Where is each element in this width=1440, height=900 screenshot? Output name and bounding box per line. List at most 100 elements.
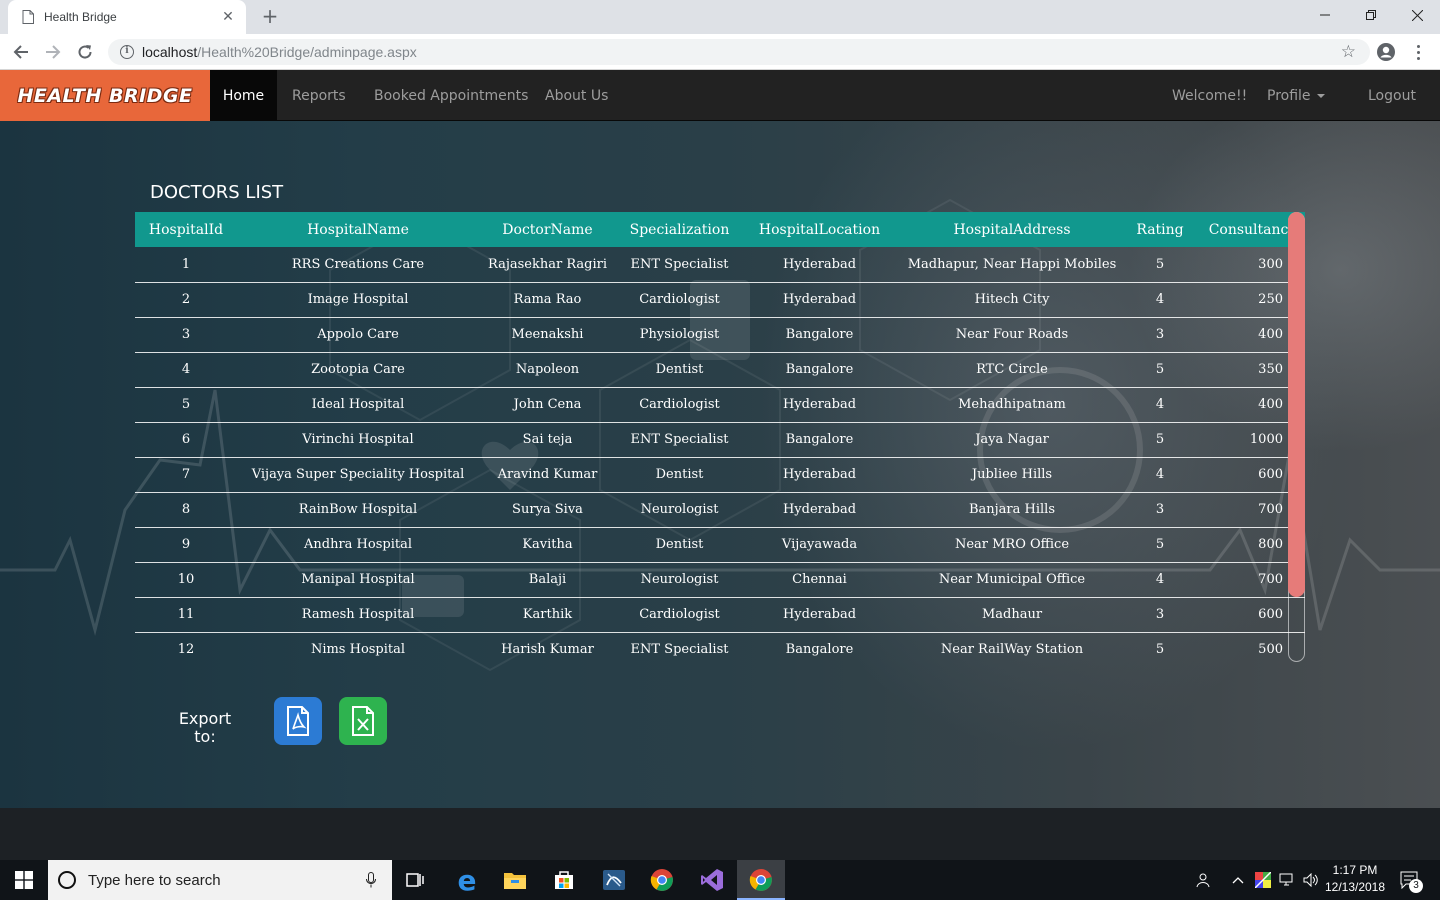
table-cell: 8 <box>135 492 237 528</box>
action-center-icon[interactable]: 3 <box>1396 870 1424 893</box>
logout-link[interactable]: Logout <box>1368 70 1416 121</box>
table-cell: 4 <box>1128 562 1192 598</box>
column-header[interactable]: Specialization <box>616 212 743 247</box>
table-cell: RainBow Hospital <box>237 492 479 528</box>
table-cell: 4 <box>1128 387 1192 423</box>
table-cell: Bangalore <box>785 642 854 658</box>
taskbar-clock[interactable]: 1:17 PM 12/13/2018 <box>1318 862 1392 896</box>
column-header[interactable]: HospitalName <box>237 212 479 247</box>
table-cell: 12 <box>177 642 195 658</box>
visual-studio-icon[interactable] <box>688 860 736 900</box>
table-cell: Zootopia Care <box>237 352 479 388</box>
people-icon[interactable] <box>1194 870 1214 890</box>
table-cell: Cardiologist <box>616 282 743 318</box>
brand-text: HEALTH BRIDGE <box>17 84 193 107</box>
table-row[interactable]: 12 Nims Hospital Harish Kumar ENT Specialis… <box>135 632 1305 662</box>
table-row[interactable]: 4 Zootopia Care Napoleon Dentist Bangalore RT… <box>135 352 1305 388</box>
table-row[interactable]: 2 Image Hospital Rama Rao Cardiologist Hyder… <box>135 282 1305 318</box>
microphone-icon[interactable] <box>366 872 376 888</box>
table-cell: 6 <box>135 422 237 458</box>
microsoft-store-icon[interactable] <box>540 860 588 900</box>
export-excel-button[interactable] <box>339 697 387 745</box>
close-window-icon[interactable] <box>1394 0 1440 30</box>
table-row[interactable]: 11 Ramesh Hospital Karthik Cardiologist Hyde… <box>135 597 1305 633</box>
nav-about-us[interactable]: About Us <box>545 70 608 121</box>
table-scrollbar-thumb[interactable] <box>1288 212 1305 597</box>
table-cell: 5 <box>1128 422 1192 458</box>
table-cell: Banjara Hills <box>896 492 1128 528</box>
table-cell: Jubliee Hills <box>896 457 1128 493</box>
table-cell: Hyderabad <box>743 282 896 318</box>
table-cell: ENT Specialist <box>616 247 743 283</box>
table-cell: Neurologist <box>616 562 743 598</box>
reload-icon[interactable] <box>74 41 96 63</box>
profile-dropdown[interactable]: Profile <box>1267 70 1325 121</box>
cortana-icon <box>58 871 76 889</box>
nav-home[interactable]: Home <box>210 70 277 121</box>
table-row[interactable]: 3 Appolo Care Meenakshi Physiologist Bangalo… <box>135 317 1305 353</box>
table-cell: Chennai <box>743 562 896 598</box>
site-info-icon[interactable]: i <box>120 45 134 59</box>
account-icon[interactable] <box>1376 42 1396 62</box>
file-explorer-icon[interactable] <box>491 860 539 900</box>
nav-booked-appointments[interactable]: Booked Appointments <box>374 70 528 121</box>
taskbar-search-box[interactable]: Type here to search <box>48 860 392 900</box>
address-bar[interactable]: i localhost/Health%20Bridge/adminpage.as… <box>108 39 1370 65</box>
table-cell: Surya Siva <box>479 492 616 528</box>
table-row[interactable]: 9 Andhra Hospital Kavitha Dentist Vijayawada… <box>135 527 1305 563</box>
restore-icon[interactable] <box>1348 0 1394 30</box>
table-cell: Hyderabad <box>743 597 896 633</box>
browser-tab[interactable]: Health Bridge ✕ <box>8 0 246 34</box>
table-row[interactable]: 6 Virinchi Hospital Sai teja ENT Specialist… <box>135 422 1305 458</box>
table-row[interactable]: 8 RainBow Hospital Surya Siva Neurologist Hy… <box>135 492 1305 528</box>
table-cell: John Cena <box>479 387 616 423</box>
column-header[interactable]: Rating <box>1128 212 1192 247</box>
browser-menu-icon[interactable] <box>1410 42 1426 62</box>
caret-down-icon <box>1316 93 1325 98</box>
table-header-row: HospitalId HospitalName DoctorName Speciali… <box>135 212 1305 247</box>
table-cell: Bangalore <box>743 422 896 458</box>
table-row[interactable]: 1 RRS Creations Care Rajasekhar Ragiri ENT … <box>135 247 1305 283</box>
table-row[interactable]: 5 Ideal Hospital John Cena Cardiologist Hyde… <box>135 387 1305 423</box>
table-cell: 9 <box>135 527 237 563</box>
table-cell: Cardiologist <box>616 597 743 633</box>
table-cell: Nims Hospital <box>310 642 406 658</box>
table-cell: Jaya Nagar <box>896 422 1128 458</box>
profile-label: Profile <box>1267 87 1311 104</box>
sql-server-icon[interactable] <box>590 860 638 900</box>
tab-close-icon[interactable]: ✕ <box>220 9 236 25</box>
table-cell: Dentist <box>616 457 743 493</box>
doctors-table-container: HospitalId HospitalName DoctorName Speciali… <box>135 212 1305 662</box>
pdf-icon <box>287 706 309 736</box>
forward-icon[interactable] <box>42 41 64 63</box>
table-cell: 4 <box>1128 457 1192 493</box>
export-pdf-button[interactable] <box>274 697 322 745</box>
task-view-icon[interactable] <box>392 860 440 900</box>
back-icon[interactable] <box>10 41 32 63</box>
table-cell: Physiologist <box>616 317 743 353</box>
new-tab-icon[interactable]: + <box>258 4 282 28</box>
tab-title: Health Bridge <box>44 10 117 24</box>
windows-start-icon[interactable] <box>0 860 48 900</box>
network-icon[interactable] <box>1278 870 1296 890</box>
column-header[interactable]: HospitalAddress <box>896 212 1128 247</box>
table-cell: 5 <box>1128 352 1192 388</box>
tray-app-icon[interactable] <box>1254 870 1272 890</box>
bookmark-star-icon[interactable]: ☆ <box>1341 42 1356 62</box>
chrome-icon[interactable] <box>638 860 686 900</box>
column-header[interactable]: HospitalLocation <box>743 212 896 247</box>
show-hidden-icons-chevron-icon[interactable] <box>1230 870 1246 890</box>
page-footer <box>0 808 1440 860</box>
column-header[interactable]: HospitalId <box>135 212 237 247</box>
table-cell: 1 <box>135 247 237 283</box>
nav-reports[interactable]: Reports <box>292 70 346 121</box>
chrome-active-icon[interactable] <box>737 860 785 900</box>
brand-logo[interactable]: HEALTH BRIDGE <box>0 70 210 121</box>
minimize-icon[interactable] <box>1302 0 1348 30</box>
column-header[interactable]: DoctorName <box>479 212 616 247</box>
table-cell: 5 <box>135 387 237 423</box>
table-cell: Mehadhipatnam <box>896 387 1128 423</box>
table-row[interactable]: 10 Manipal Hospital Balaji Neurologist Chenn… <box>135 562 1305 598</box>
edge-browser-icon[interactable]: e <box>443 860 491 900</box>
table-row[interactable]: 7 Vijaya Super Speciality Hospital Aravind… <box>135 457 1305 493</box>
